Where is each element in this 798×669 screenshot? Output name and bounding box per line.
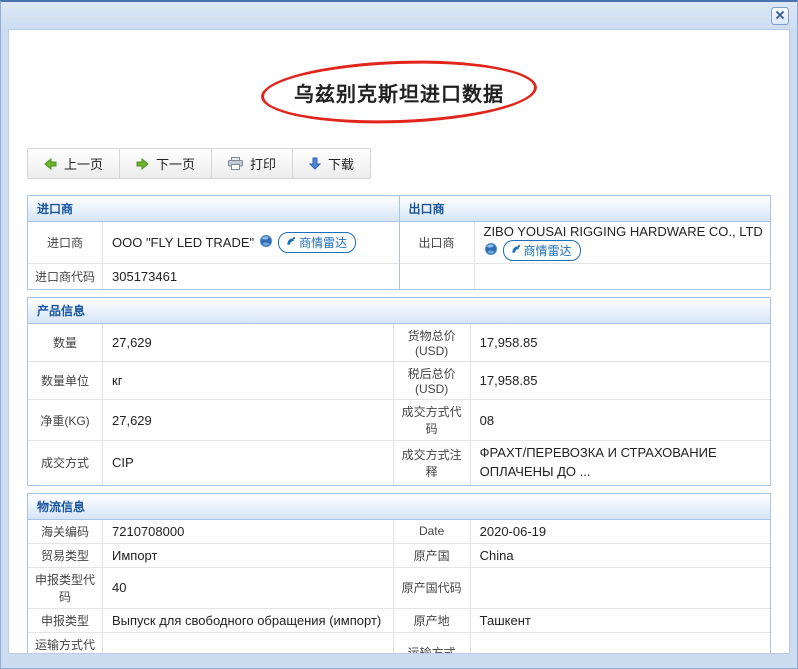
field-value: кг: [103, 361, 394, 399]
field-label: 税后总价(USD): [394, 361, 471, 399]
exporter-header: 出口商: [400, 196, 771, 222]
arrow-down-icon: [309, 157, 321, 170]
arrow-right-icon: [136, 158, 149, 170]
globe-icon[interactable]: [484, 242, 498, 259]
importer-name: OOO "FLY LED TRADE": [112, 235, 254, 250]
field-label: 申报类型: [28, 608, 103, 632]
print-button[interactable]: 打印: [211, 148, 293, 179]
logistics-info-header: 物流信息: [28, 494, 770, 520]
next-page-button[interactable]: 下一页: [119, 148, 212, 179]
radar-badge-label: 商情雷达: [299, 234, 347, 251]
toolbar: 上一页 下一页 打印: [27, 148, 371, 179]
field-value: [103, 632, 394, 654]
print-label: 打印: [250, 154, 276, 173]
download-label: 下载: [328, 154, 354, 173]
logistics-info-section: 物流信息 海关编码 7210708000 Date 2020-06-19 贸易类…: [27, 493, 771, 654]
importer-code-label: 进口商代码: [28, 263, 103, 289]
close-button[interactable]: [771, 7, 789, 25]
importer-section: 进口商 进口商 OOO "FLY LED TRADE": [27, 195, 399, 290]
title-area: 乌兹别克斯坦进口数据: [9, 60, 789, 124]
field-value: 27,629: [103, 324, 394, 361]
field-label: Date: [394, 520, 471, 543]
radar-badge[interactable]: 商情雷达: [278, 232, 356, 253]
radar-icon: [285, 236, 296, 250]
field-value: ФРАХТ/ПЕРЕВОЗКА И СТРАХОВАНИЕ ОПЛАЧЕНЫ Д…: [471, 440, 770, 485]
field-value: 7210708000: [103, 520, 394, 543]
field-label: 数量: [28, 324, 103, 361]
exporter-code-value: [475, 263, 771, 289]
dialog-window: 乌兹别克斯坦进口数据 上一页 下一页: [0, 0, 798, 669]
field-label: 贸易类型: [28, 543, 103, 567]
field-value: CIP: [103, 440, 394, 485]
exporter-name: ZIBO YOUSAI RIGGING HARDWARE CO., LTD: [484, 224, 763, 239]
field-value: 2020-06-19: [471, 520, 770, 543]
field-value: [471, 632, 770, 654]
field-label: 海关编码: [28, 520, 103, 543]
field-label: 净重(KG): [28, 399, 103, 440]
radar-icon: [510, 244, 521, 258]
sections: 进口商 进口商 OOO "FLY LED TRADE": [27, 195, 771, 654]
field-label: 原产国: [394, 543, 471, 567]
field-label: 申报类型代码: [28, 567, 103, 608]
field-label: 成交方式: [28, 440, 103, 485]
radar-badge[interactable]: 商情雷达: [503, 240, 581, 261]
importer-name-label: 进口商: [28, 222, 103, 263]
field-label: 运输方式代码: [28, 632, 103, 654]
field-label: 数量单位: [28, 361, 103, 399]
field-label: 成交方式代码: [394, 399, 471, 440]
product-info-header: 产品信息: [28, 298, 770, 324]
field-value: 08: [471, 399, 770, 440]
importer-header: 进口商: [28, 196, 399, 222]
field-value: [471, 567, 770, 608]
arrow-left-icon: [44, 158, 57, 170]
field-value: 17,958.85: [471, 361, 770, 399]
product-info-section: 产品信息 数量 27,629 货物总价(USD) 17,958.85 数量单位 …: [27, 297, 771, 486]
field-value: Ташкент: [471, 608, 770, 632]
exporter-section: 出口商 出口商 ZIBO YOUSAI RIGGING HARDWARE CO.…: [399, 195, 772, 290]
field-label: 运输方式: [394, 632, 471, 654]
dialog-titlebar: [1, 2, 797, 29]
importer-code-value: 305173461: [103, 263, 399, 289]
field-label: 原产地: [394, 608, 471, 632]
close-icon: [775, 7, 785, 25]
radar-badge-label: 商情雷达: [524, 242, 572, 259]
prev-page-label: 上一页: [64, 154, 103, 173]
field-value: Выпуск для свободного обращения (импорт): [103, 608, 394, 632]
next-page-label: 下一页: [156, 154, 195, 173]
field-value: China: [471, 543, 770, 567]
field-label: 货物总价(USD): [394, 324, 471, 361]
field-value: 17,958.85: [471, 324, 770, 361]
field-label: 成交方式注释: [394, 440, 471, 485]
dialog-content: 乌兹别克斯坦进口数据 上一页 下一页: [8, 29, 790, 654]
field-value: 27,629: [103, 399, 394, 440]
page-title: 乌兹别克斯坦进口数据: [294, 78, 504, 107]
globe-icon[interactable]: [259, 234, 273, 251]
prev-page-button[interactable]: 上一页: [27, 148, 120, 179]
field-label: 原产国代码: [394, 567, 471, 608]
field-value: Импорт: [103, 543, 394, 567]
exporter-name-label: 出口商: [400, 222, 475, 263]
field-value: 40: [103, 567, 394, 608]
printer-icon: [228, 157, 243, 170]
exporter-code-label: [400, 263, 475, 289]
download-button[interactable]: 下载: [292, 148, 371, 179]
